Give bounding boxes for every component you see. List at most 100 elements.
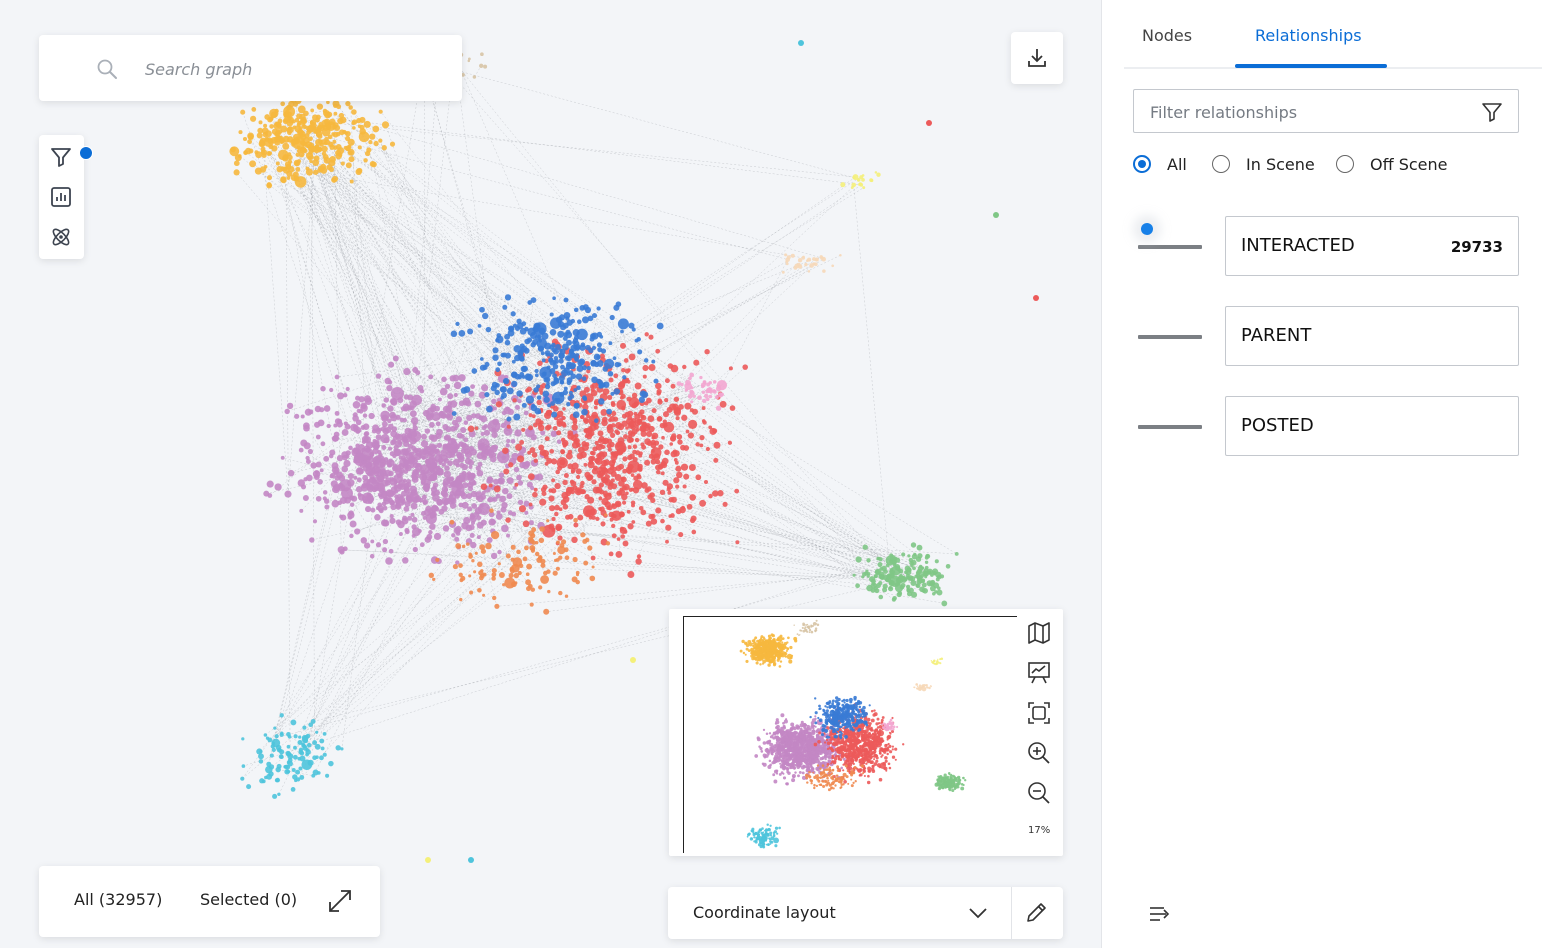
graph-node (611, 523, 616, 529)
graph-node (675, 484, 680, 489)
graph-node (548, 357, 554, 363)
graph-node (506, 438, 511, 444)
filter-tool-button[interactable] (49, 145, 93, 169)
graph-node (508, 326, 514, 332)
graph-edge (341, 549, 930, 584)
graph-node (567, 487, 572, 492)
graph-node (600, 521, 606, 527)
selected-count-toggle[interactable]: Selected (0) (200, 890, 297, 909)
graph-node (349, 520, 357, 528)
graph-node (869, 755, 873, 759)
graph-node (651, 359, 656, 364)
graph-node (878, 557, 883, 562)
graph-node (619, 526, 625, 532)
statistics-tool-button[interactable] (49, 185, 73, 209)
graph-node (502, 447, 509, 454)
graph-node (833, 743, 837, 747)
graph-node (606, 506, 611, 510)
graph-node (273, 136, 280, 143)
graph-node (546, 381, 550, 386)
graph-node (278, 748, 282, 753)
graph-node (684, 388, 688, 392)
graph-node (607, 492, 612, 497)
graph-node (559, 380, 565, 385)
graph-node (264, 130, 272, 138)
graph-node (477, 561, 483, 568)
graph-node (689, 408, 694, 413)
graph-node (379, 462, 386, 468)
graph-node (888, 731, 892, 734)
graph-node (598, 496, 603, 501)
graph-node (873, 729, 877, 733)
algorithms-tool-button[interactable] (49, 225, 73, 249)
graph-node (862, 752, 866, 757)
graph-node (375, 434, 382, 441)
graph-node (436, 442, 443, 449)
graph-node (714, 395, 719, 400)
graph-node (548, 523, 555, 530)
graph-node (400, 406, 406, 412)
graph-node (670, 435, 676, 441)
graph-node (781, 765, 786, 770)
graph-node (602, 381, 610, 388)
graph-node (528, 425, 534, 431)
graph-node (590, 389, 598, 397)
expand-icon[interactable] (326, 887, 354, 915)
graph-node (305, 455, 310, 461)
search-input[interactable] (143, 55, 447, 83)
graph-node (320, 385, 326, 392)
graph-node (466, 471, 472, 476)
graph-node (873, 732, 877, 736)
graph-canvas[interactable]: All (32957) Selected (0) (0, 0, 1101, 948)
graph-node (369, 553, 375, 559)
graph-node (533, 487, 538, 492)
graph-node (916, 544, 923, 551)
graph-node (685, 379, 691, 386)
graph-node (484, 391, 490, 398)
graph-node (529, 447, 536, 454)
graph-node (310, 462, 317, 469)
graph-node (675, 508, 682, 515)
graph-node (316, 103, 324, 110)
graph-node (676, 433, 683, 440)
graph-node (487, 419, 501, 433)
graph-node (382, 547, 388, 553)
graph-node (793, 265, 798, 270)
graph-node (870, 709, 874, 713)
graph-node (550, 401, 555, 406)
all-count-toggle[interactable]: All (32957) (74, 890, 162, 909)
graph-node (502, 304, 508, 310)
graph-node (500, 422, 507, 429)
graph-node (522, 556, 528, 562)
graph-node (783, 719, 788, 724)
graph-node (858, 774, 862, 777)
graph-node (256, 748, 263, 755)
graph-node (926, 120, 932, 126)
graph-node (482, 593, 486, 597)
graph-node (596, 355, 601, 359)
graph-node (662, 411, 670, 418)
graph-node (458, 563, 463, 568)
graph-node (349, 533, 354, 539)
graph-node (312, 470, 321, 478)
graph-node (502, 377, 510, 385)
graph-node (512, 373, 518, 378)
graph-node (803, 759, 808, 764)
graph-node (594, 418, 599, 423)
graph-node (877, 562, 883, 568)
graph-node (353, 475, 358, 480)
graph-node (683, 445, 690, 451)
graph-node (518, 505, 527, 513)
graph-node (532, 491, 538, 498)
graph-node (298, 766, 303, 771)
graph-node (536, 399, 542, 406)
graph-node (320, 441, 326, 447)
graph-node (873, 749, 877, 754)
graph-node (452, 374, 460, 382)
minimap-viewport[interactable] (683, 616, 1017, 853)
graph-node (395, 503, 402, 510)
graph-node (623, 434, 628, 440)
graph-node (793, 766, 797, 770)
graph-node (425, 505, 432, 512)
download-button[interactable] (1011, 32, 1063, 84)
